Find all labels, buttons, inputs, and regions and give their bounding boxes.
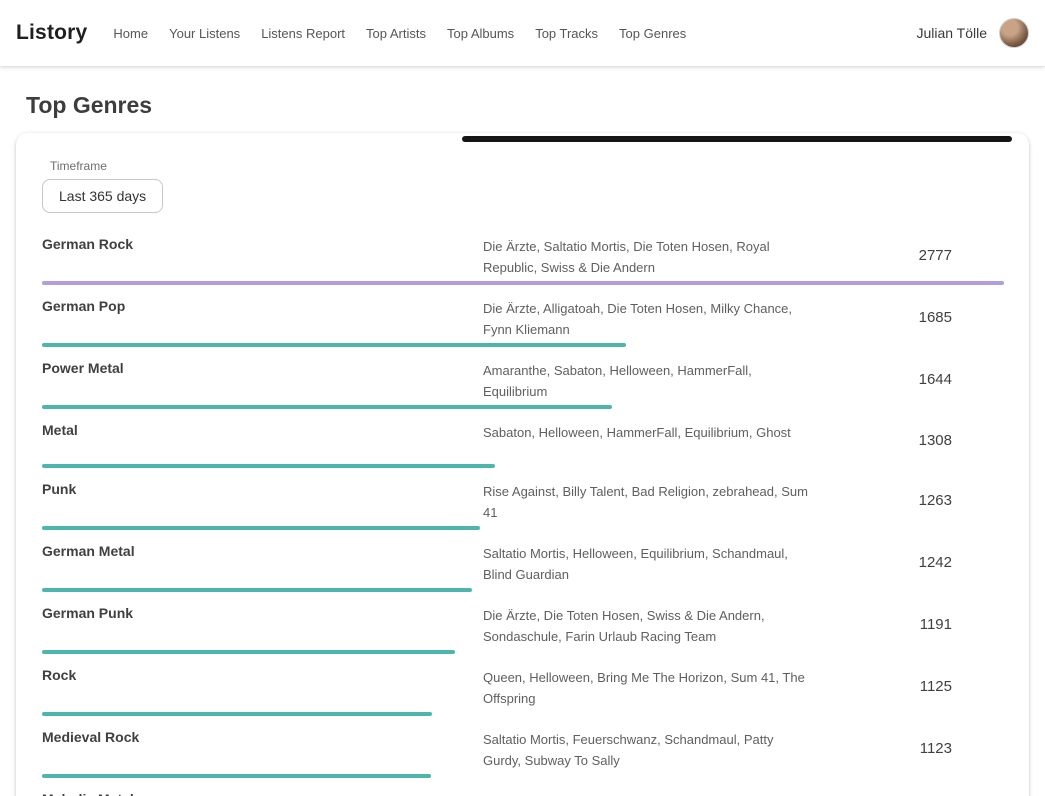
genre-bar: [42, 712, 1004, 716]
genre-name: Metal: [42, 419, 483, 438]
nav-link-top-genres[interactable]: Top Genres: [619, 26, 686, 41]
nav-link-home[interactable]: Home: [113, 26, 148, 41]
genre-bar: [42, 588, 1004, 592]
genre-name: Rock: [42, 664, 483, 683]
genre-bar-fill: [42, 343, 626, 347]
genre-name: German Rock: [42, 233, 483, 252]
genre-bar: [42, 405, 1004, 409]
app-logo[interactable]: Listory: [16, 21, 87, 45]
user-name: Julian Tölle: [916, 25, 987, 41]
genre-count: 1308: [813, 432, 1004, 449]
genre-artists: Die Ärzte, Saltatio Mortis, Die Toten Ho…: [483, 233, 813, 278]
genre-count: 1123: [813, 740, 1004, 757]
nav-link-top-albums[interactable]: Top Albums: [447, 26, 514, 41]
timeframe-select-button[interactable]: Last 365 days: [42, 179, 163, 213]
genre-bar-fill: [42, 464, 495, 468]
genre-row: Punk Rise Against, Billy Talent, Bad Rel…: [42, 478, 1004, 530]
page-title: Top Genres: [26, 92, 1019, 119]
genre-row: Medieval Rock Saltatio Mortis, Feuerschw…: [42, 726, 1004, 778]
genre-artists: Die Ärzte, Alligatoah, Die Toten Hosen, …: [483, 295, 813, 340]
genre-bar-fill: [42, 526, 480, 530]
genre-name: German Metal: [42, 540, 483, 559]
genre-bar-fill: [42, 650, 455, 654]
genre-row: Melodic Metal Unleash The Archers, Hello…: [42, 788, 1004, 796]
genre-count: 1644: [813, 371, 1004, 388]
genre-name: Power Metal: [42, 357, 483, 376]
genre-row: German Rock Die Ärzte, Saltatio Mortis, …: [42, 233, 1004, 285]
page-content: Top Genres Timeframe Last 365 days Germa…: [0, 66, 1045, 796]
genre-name: German Pop: [42, 295, 483, 314]
genre-artists: Amaranthe, Sabaton, Helloween, HammerFal…: [483, 357, 813, 402]
genre-count: 2777: [813, 247, 1004, 264]
timeframe-label: Timeframe: [50, 159, 1004, 173]
genre-row: Metal Sabaton, Helloween, HammerFall, Eq…: [42, 419, 1004, 468]
genre-row: Power Metal Amaranthe, Sabaton, Hellowee…: [42, 357, 1004, 409]
genre-row: German Metal Saltatio Mortis, Helloween,…: [42, 540, 1004, 592]
genre-name: Melodic Metal: [42, 788, 483, 796]
genre-bar-fill: [42, 588, 472, 592]
genres-table: German Rock Die Ärzte, Saltatio Mortis, …: [42, 233, 1004, 796]
genre-row: German Pop Die Ärzte, Alligatoah, Die To…: [42, 295, 1004, 347]
navbar: Listory Home Your Listens Listens Report To…: [0, 0, 1045, 66]
genre-artists: Die Ärzte, Die Toten Hosen, Swiss & Die …: [483, 602, 813, 647]
genre-artists: Saltatio Mortis, Feuerschwanz, Schandmau…: [483, 726, 813, 771]
nav-link-listens-report[interactable]: Listens Report: [261, 26, 345, 41]
genre-row: German Punk Die Ärzte, Die Toten Hosen, …: [42, 602, 1004, 654]
nav-link-your-listens[interactable]: Your Listens: [169, 26, 240, 41]
nav-links: Home Your Listens Listens Report Top Artist…: [113, 26, 916, 41]
nav-user: Julian Tölle: [916, 18, 1029, 48]
genre-artists: Rise Against, Billy Talent, Bad Religion…: [483, 478, 813, 523]
genre-name: Medieval Rock: [42, 726, 483, 745]
genre-bar-fill: [42, 405, 612, 409]
genre-artists: Sabaton, Helloween, HammerFall, Equilibr…: [483, 419, 813, 443]
genre-name: German Punk: [42, 602, 483, 621]
genre-name: Punk: [42, 478, 483, 497]
genre-bar-fill: [42, 281, 1004, 285]
genre-artists: Saltatio Mortis, Helloween, Equilibrium,…: [483, 540, 813, 585]
genre-count: 1191: [813, 616, 1004, 633]
genre-artists: Unleash The Archers, Helloween, HammerFa…: [483, 788, 813, 796]
top-genres-card: Timeframe Last 365 days German Rock Die …: [16, 133, 1029, 796]
genre-bar: [42, 650, 1004, 654]
genre-bar: [42, 343, 1004, 347]
genre-bar: [42, 774, 1004, 778]
genre-bar-fill: [42, 712, 432, 716]
genre-bar: [42, 281, 1004, 285]
genre-count: 1242: [813, 554, 1004, 571]
genre-row: Rock Queen, Helloween, Bring Me The Hori…: [42, 664, 1004, 716]
genre-count: 1685: [813, 309, 1004, 326]
genre-bar-fill: [42, 774, 431, 778]
genre-artists: Queen, Helloween, Bring Me The Horizon, …: [483, 664, 813, 709]
genre-count: 1125: [813, 678, 1004, 695]
genre-bar: [42, 526, 1004, 530]
user-avatar[interactable]: [999, 18, 1029, 48]
nav-link-top-artists[interactable]: Top Artists: [366, 26, 426, 41]
horizontal-scrollbar-thumb[interactable]: [462, 136, 1012, 142]
genre-bar: [42, 464, 1004, 468]
genre-count: 1263: [813, 492, 1004, 509]
nav-link-top-tracks[interactable]: Top Tracks: [535, 26, 598, 41]
